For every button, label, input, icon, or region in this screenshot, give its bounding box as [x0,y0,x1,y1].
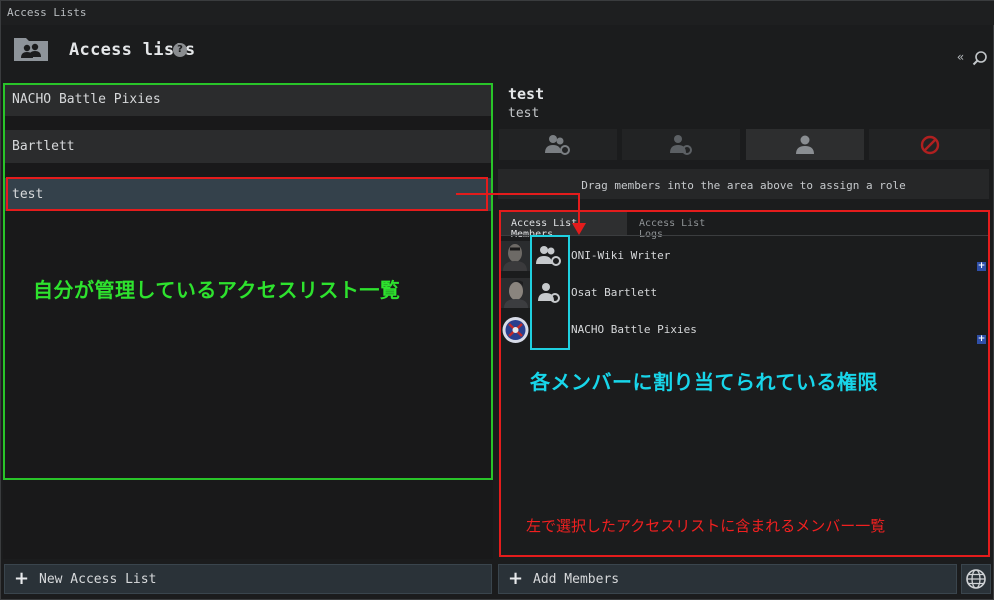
access-lists-window: Access Lists Access lists ? « NACHO Batt… [0,0,994,600]
access-list-item[interactable]: NACHO Battle Pixies [4,83,491,116]
collapse-icon[interactable]: « [957,50,964,64]
member-name: NACHO Battle Pixies [571,323,697,336]
tab-access-list-members[interactable]: Access List Members [501,212,627,240]
globe-button[interactable] [961,564,991,594]
access-list-item-label: test [12,187,44,202]
annotation-green-label: 自分が管理しているアクセスリスト一覧 [33,278,401,302]
new-access-list-button[interactable]: + New Access List [4,564,492,594]
blocked-icon [920,135,939,154]
drag-hint: Drag members into the area above to assi… [498,169,989,199]
corporation-logo [501,315,530,345]
add-members-button[interactable]: + Add Members [498,564,957,594]
annotation-cyan-label: 各メンバーに割り当てられている権限 [530,370,878,394]
role-member-button[interactable] [746,129,864,160]
plus-icon: + [508,568,524,589]
role-blocked-button[interactable] [869,129,990,160]
character-portrait [501,278,530,308]
annotation-red-label: 左で選択したアクセスリストに含まれるメンバー一覧 [526,517,886,535]
member-row[interactable]: Osat Bartlett [501,275,988,311]
character-portrait [501,241,530,271]
admin-icon [538,283,560,303]
tab-divider [501,235,988,236]
search-icon[interactable] [972,50,988,66]
admin-icon [670,134,692,155]
list-name: test [508,85,545,103]
access-list-item-label: NACHO Battle Pixies [12,92,161,107]
window-title: Access Lists [7,6,87,19]
access-list-item-selected[interactable]: test [4,178,491,211]
window-titlebar[interactable]: Access Lists [1,1,994,25]
member-name: ONI-Wiki Writer [571,249,671,262]
manager-icon [536,246,561,266]
member-row[interactable]: ONI-Wiki Writer [501,238,988,274]
add-members-label: Add Members [533,572,620,587]
globe-icon [966,569,986,589]
member-icon [796,135,814,154]
member-row[interactable]: NACHO Battle Pixies [501,312,988,348]
role-manager-button[interactable] [499,129,617,160]
access-list-item[interactable]: Bartlett [4,130,491,163]
role-admin-button[interactable] [622,129,740,160]
tab-access-list-logs[interactable]: Access List Logs [629,212,739,240]
access-list-folder-icon [14,38,48,61]
expand-icon[interactable]: + [977,335,986,344]
manager-icon [545,134,570,155]
plus-icon: + [14,568,30,589]
list-description: test [508,106,540,121]
new-access-list-label: New Access List [39,572,157,587]
access-list-item-label: Bartlett [12,139,75,154]
expand-icon[interactable]: + [977,262,986,271]
member-name: Osat Bartlett [571,286,658,299]
help-icon[interactable]: ? [173,43,187,57]
